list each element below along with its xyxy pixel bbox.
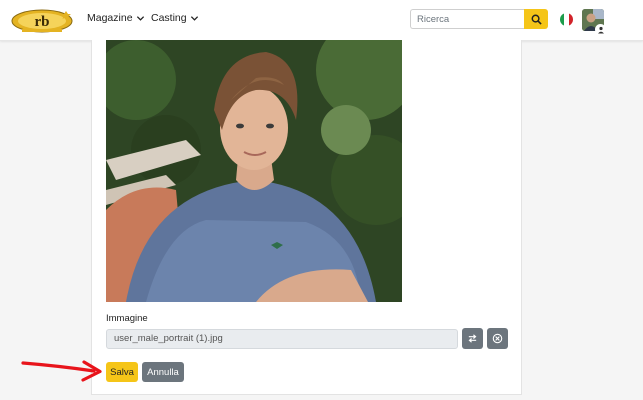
nav-casting[interactable]: Casting (151, 12, 199, 24)
user-menu-icon[interactable] (595, 24, 606, 35)
cancel-button[interactable]: Annulla (142, 362, 184, 382)
arrow-annotation (21, 360, 102, 382)
swap-icon (468, 334, 477, 343)
profile-photo (106, 40, 402, 302)
search-icon (531, 14, 542, 25)
italy-flag-icon[interactable] (560, 13, 573, 26)
site-logo[interactable]: rb (10, 5, 74, 35)
nav-magazine-label: Magazine (87, 12, 133, 24)
image-label: Immagine (106, 313, 148, 324)
remove-image-button[interactable] (487, 328, 508, 349)
replace-image-button[interactable] (462, 328, 483, 349)
chevron-down-icon (136, 15, 144, 21)
nav-casting-label: Casting (151, 12, 187, 24)
chevron-down-icon (190, 15, 198, 21)
svg-text:rb: rb (35, 14, 50, 30)
nav-magazine[interactable]: Magazine (87, 12, 145, 24)
search-input[interactable] (410, 9, 524, 29)
search-bar (410, 9, 548, 31)
top-navbar: rb Magazine Casting (0, 0, 643, 41)
search-button[interactable] (524, 9, 548, 29)
save-button[interactable]: Salva (106, 362, 138, 382)
close-circle-icon (492, 333, 503, 344)
file-name-field[interactable]: user_male_portrait (1).jpg (106, 329, 458, 349)
